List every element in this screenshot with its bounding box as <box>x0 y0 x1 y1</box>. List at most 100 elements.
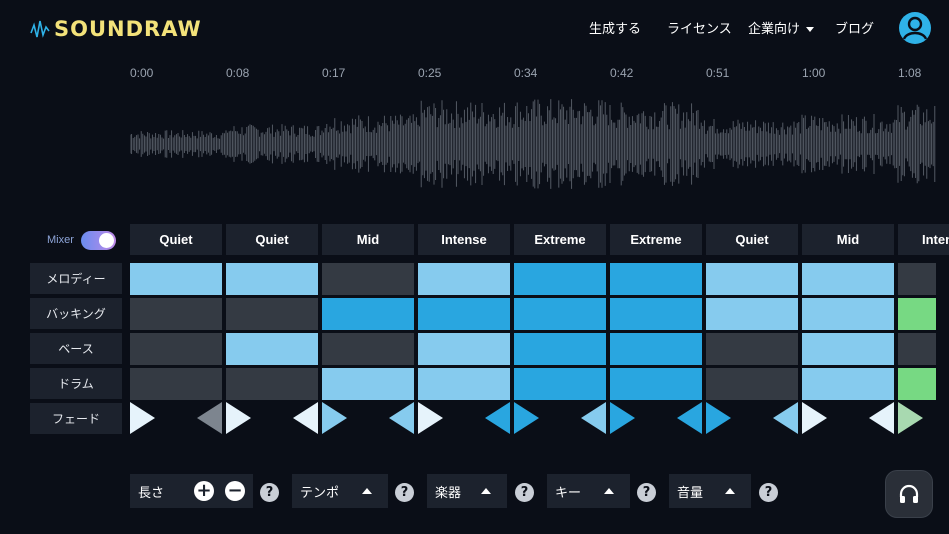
fade-in-handle[interactable] <box>706 402 731 434</box>
section-header-label: Quiet <box>735 232 769 247</box>
key-control[interactable]: キー <box>547 474 630 508</box>
fade-in-handle[interactable] <box>226 402 251 434</box>
track-cell[interactable] <box>610 298 702 330</box>
fade-in-handle[interactable] <box>610 402 635 434</box>
nav-business[interactable]: 企業向け <box>748 18 815 37</box>
user-avatar-icon[interactable] <box>899 12 931 44</box>
fade-in-handle[interactable] <box>898 402 923 434</box>
fade-in-handle[interactable] <box>130 402 155 434</box>
section-header[interactable]: Intense <box>418 224 510 255</box>
track-cell[interactable] <box>514 333 606 365</box>
minus-icon[interactable]: − <box>225 481 245 501</box>
track-cell[interactable] <box>802 333 894 365</box>
mixer-label: Mixer <box>47 234 74 246</box>
track-cell[interactable] <box>130 298 222 330</box>
track-cell[interactable] <box>514 263 606 295</box>
track-cell[interactable] <box>322 333 414 365</box>
track-cell[interactable] <box>226 298 318 330</box>
mixer-toggle-knob <box>99 233 114 248</box>
help-icon[interactable]: ? <box>637 483 656 502</box>
track-cell[interactable] <box>130 263 222 295</box>
help-icon[interactable]: ? <box>515 483 534 502</box>
section-header[interactable]: Mid <box>322 224 414 255</box>
track-cell[interactable] <box>418 263 510 295</box>
nav-generate[interactable]: 生成する <box>589 18 641 37</box>
fade-in-handle[interactable] <box>418 402 443 434</box>
track-cell[interactable] <box>130 333 222 365</box>
fade-out-handle[interactable] <box>389 402 414 434</box>
track-cell[interactable] <box>226 333 318 365</box>
tempo-control[interactable]: テンポ <box>292 474 388 508</box>
track-cell[interactable] <box>610 263 702 295</box>
section-header[interactable]: Extreme <box>514 224 606 255</box>
support-button[interactable] <box>885 470 933 518</box>
volume-control[interactable]: 音量 <box>669 474 751 508</box>
fade-out-handle[interactable] <box>485 402 510 434</box>
track-cell[interactable] <box>226 263 318 295</box>
timeline-label: 0:42 <box>610 66 634 80</box>
mixer-toggle[interactable] <box>81 231 116 250</box>
soundraw-logo[interactable]: SOUNDRAW <box>30 14 202 44</box>
length-label: 長さ <box>138 485 165 501</box>
track-cell[interactable] <box>418 298 510 330</box>
fade-row <box>130 402 949 436</box>
track-cell[interactable] <box>802 368 894 400</box>
track-cell[interactable] <box>706 368 798 400</box>
help-icon[interactable]: ? <box>260 483 279 502</box>
track-cell[interactable] <box>418 368 510 400</box>
chevron-up-icon <box>481 488 491 494</box>
instrument-control[interactable]: 楽器 <box>427 474 507 508</box>
track-cell[interactable] <box>514 298 606 330</box>
plus-icon[interactable]: + <box>194 481 214 501</box>
track-cell[interactable] <box>706 298 798 330</box>
track-cell[interactable] <box>706 333 798 365</box>
length-control[interactable]: 長さ + − <box>130 474 253 508</box>
nav-license[interactable]: ライセンス <box>667 18 732 37</box>
chevron-up-icon <box>362 488 372 494</box>
fade-out-handle[interactable] <box>677 402 702 434</box>
section-header[interactable]: Mid <box>802 224 894 255</box>
track-cell[interactable] <box>130 368 222 400</box>
track-label: ベース <box>30 333 122 364</box>
section-header[interactable]: Quiet <box>226 224 318 255</box>
section-header-label: Quiet <box>159 232 193 247</box>
track-cell[interactable] <box>610 333 702 365</box>
fade-in-handle[interactable] <box>322 402 347 434</box>
waveform[interactable] <box>130 92 936 196</box>
fade-out-handle[interactable] <box>197 402 222 434</box>
section-header[interactable]: Quiet <box>130 224 222 255</box>
fade-in-handle[interactable] <box>802 402 827 434</box>
fade-out-handle[interactable] <box>581 402 606 434</box>
track-cell[interactable] <box>226 368 318 400</box>
track-cell[interactable] <box>418 333 510 365</box>
track-cell[interactable] <box>898 368 936 400</box>
track-cell[interactable] <box>898 333 936 365</box>
fade-in-handle[interactable] <box>514 402 539 434</box>
fade-out-handle[interactable] <box>869 402 894 434</box>
track-cell[interactable] <box>322 368 414 400</box>
section-header[interactable]: Extreme <box>610 224 702 255</box>
chevron-up-icon <box>725 488 735 494</box>
section-header-label: Extreme <box>630 232 682 247</box>
track-cell[interactable] <box>514 368 606 400</box>
section-header-label: Intense <box>922 232 949 247</box>
track-cell[interactable] <box>706 263 798 295</box>
fade-out-handle[interactable] <box>773 402 798 434</box>
timeline-label: 0:17 <box>322 66 346 80</box>
nav-blog[interactable]: ブログ <box>835 18 874 37</box>
track-cell[interactable] <box>322 263 414 295</box>
track-cell[interactable] <box>898 263 936 295</box>
timeline-label: 0:34 <box>514 66 538 80</box>
section-header-label: Quiet <box>255 232 289 247</box>
track-cell[interactable] <box>802 263 894 295</box>
track-cell[interactable] <box>802 298 894 330</box>
fade-out-handle[interactable] <box>293 402 318 434</box>
track-cell[interactable] <box>322 298 414 330</box>
volume-label: 音量 <box>677 485 704 501</box>
help-icon[interactable]: ? <box>759 483 778 502</box>
section-header[interactable]: Quiet <box>706 224 798 255</box>
track-cell[interactable] <box>898 298 936 330</box>
help-icon[interactable]: ? <box>395 483 414 502</box>
track-cell[interactable] <box>610 368 702 400</box>
section-header[interactable]: Intense <box>898 224 949 255</box>
